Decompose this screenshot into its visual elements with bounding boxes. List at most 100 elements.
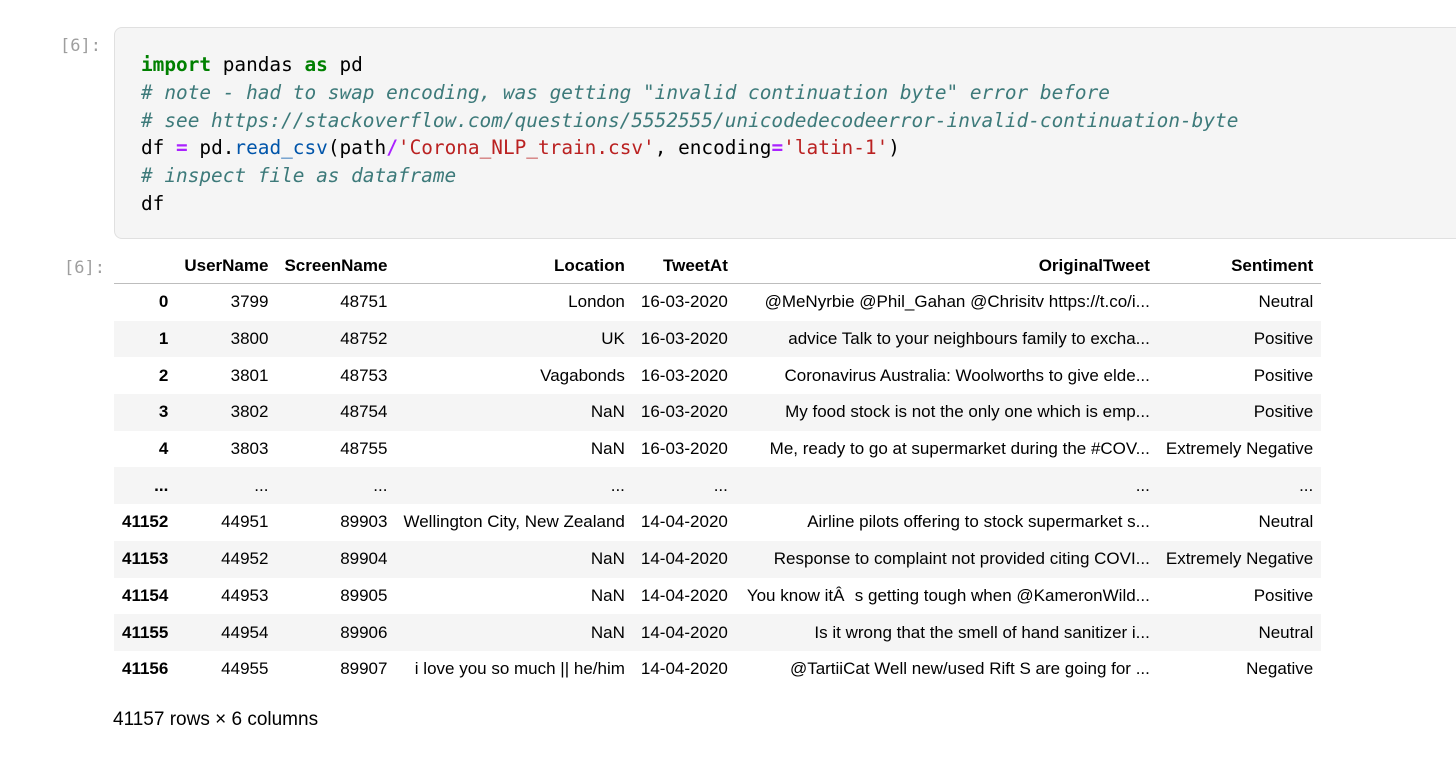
cell-tweetat: 14-04-2020 [640,549,728,569]
cell-tweetat: 14-04-2020 [640,512,728,532]
table-row: 1 3800 48752 UK 16-03-2020 advice Talk to you… [114,320,1322,358]
cell-tweetat: 14-04-2020 [640,622,728,642]
module-alias: pd [327,53,363,76]
cell-username: 3799 [230,292,269,312]
cell-tweetat: 14-04-2020 [640,659,728,679]
column-header-sentiment: Sentiment [1157,248,1322,284]
cell-location: NaN [590,402,625,422]
cell-screenname: 48754 [340,402,388,422]
cell-sentiment: Positive [1253,585,1314,605]
cell-location: i love you so much || he/him [414,659,625,679]
cell-originaltweet: advice Talk to your neighbours family to… [788,329,1150,349]
row-index: 41153 [122,549,169,569]
cell-location: ... [610,475,625,495]
cell-screenname: 48751 [340,292,388,312]
cell-location: Vagabonds [540,365,625,385]
cell-originaltweet: Airline pilots offering to stock superma… [807,512,1150,532]
cell-username: 3800 [230,329,269,349]
cell-screenname: 89906 [340,622,388,642]
column-header-tweetat: TweetAt [632,248,736,284]
cell-tweetat: 16-03-2020 [640,402,728,422]
column-header-index [114,248,177,284]
code-line-6: df [141,191,165,215]
row-index: 4 [158,439,169,459]
dataframe-table: UserName ScreenName Location TweetAt Ori… [114,248,1322,688]
code-string: 'Corona_NLP_train.csv' [397,136,655,160]
row-index: 3 [158,402,169,422]
cell-location: UK [601,329,625,349]
code-editor[interactable]: import pandas as pd # note - had to swap… [141,51,1238,218]
cell-sentiment: Extremely Negative [1165,439,1314,459]
table-row: 4 3803 48755 NaN 16-03-2020 Me, ready to go a… [114,431,1321,468]
cell-sentiment: ... [1299,475,1314,495]
cell-screenname: 89907 [340,659,388,679]
cell-screenname: 89903 [340,512,388,532]
cell-tweetat: 16-03-2020 [640,365,728,385]
cell-originaltweet: Me, ready to go at supermarket during th… [769,439,1150,459]
cell-location: Wellington City, New Zealand [403,512,625,532]
code-comment-3: # inspect file as dataframe [141,164,457,188]
cell-username: ... [254,475,269,495]
column-header-originaltweet: OriginalTweet [735,248,1158,284]
row-index: 2 [158,365,169,385]
code-comment-1: # note - had to swap encoding, was getti… [141,80,1110,104]
table-row: 41153 44952 89904 NaN 14-04-2020 Response to … [114,540,1322,578]
cell-sentiment: Neutral [1258,292,1314,312]
cell-username: 44953 [221,585,269,605]
cell-originaltweet: You know itÂs getting tough when @Kamer… [746,585,1150,605]
table-row: 41152 44951 89903 Wellington City, New Zeal… [114,504,1321,541]
cell-originaltweet: ... [1135,475,1150,495]
code-token: df [141,136,177,160]
code-token: pd. [187,136,235,160]
cell-tweetat: 16-03-2020 [640,292,728,312]
table-row: 41156 44955 89907 i love you so much || he/… [114,651,1321,688]
cell-location: NaN [590,585,625,605]
cell-tweetat: 14-04-2020 [640,585,728,605]
code-line-4: df = pd.read_csv(path/'Corona_NLP_train.… [141,136,900,159]
cell-location: NaN [590,622,625,642]
code-line-1: import pandas as pd [141,53,363,76]
cell-sentiment: Neutral [1258,622,1314,642]
input-prompt: [6]: [60,36,101,56]
code-string: 'latin-1' [783,136,889,160]
cell-username: 3803 [230,439,269,459]
cell-username: 44955 [221,659,269,679]
cell-sentiment: Neutral [1258,512,1314,532]
cell-screenname: 89905 [340,585,388,605]
table-row: 0 3799 48751 London 16-03-2020 @MeNyrbie @Phi… [114,284,1321,321]
table-header-row: UserName ScreenName Location TweetAt Ori… [114,248,1322,284]
cell-username: 3801 [230,365,269,385]
cell-sentiment: Negative [1246,659,1314,679]
cell-originaltweet: My food stock is not the only one which … [785,402,1150,422]
cell-originaltweet: Coronavirus Australia: Woolworths to giv… [784,365,1150,385]
table-row: 2 3801 48753 Vagabonds 16-03-2020 Coronavirus… [114,357,1321,394]
column-header-screenname: ScreenName [276,248,396,284]
code-token: (path [327,136,387,160]
table-row: ..................... [114,467,1322,505]
row-index: 41152 [122,512,169,532]
cell-screenname: 89904 [340,549,388,569]
code-operator: = [771,136,784,160]
table-row: 41155 44954 89906 NaN 14-04-2020 Is it wrong … [114,614,1322,651]
code-operator: = [176,136,188,160]
row-index: ... [154,475,169,495]
cell-originaltweet: Is it wrong that the smell of hand sanit… [814,622,1150,642]
cell-tweetat: 16-03-2020 [640,329,728,349]
column-header-location: Location [395,248,633,284]
cell-username: 44954 [221,622,269,642]
cell-originaltweet: @MeNyrbie @Phil_Gahan @Chrisitv https://… [764,292,1150,312]
code-function: read_csv [234,136,328,160]
cell-username: 3802 [230,402,269,422]
cell-sentiment: Positive [1253,365,1314,385]
code-operator: / [386,136,398,160]
output-prompt: [6]: [64,258,105,278]
keyword-as: as [304,53,328,76]
cell-originaltweet: Response to complaint not provided citin… [773,549,1150,569]
cell-screenname: 48753 [340,365,388,385]
cell-sentiment: Extremely Negative [1165,549,1314,569]
row-index: 41154 [122,585,169,605]
row-index: 41156 [122,659,169,679]
cell-sentiment: Positive [1253,329,1314,349]
cell-originaltweet: @TartiiCat Well new/used Rift S are goin… [789,659,1150,679]
keyword-import: import [141,53,212,76]
